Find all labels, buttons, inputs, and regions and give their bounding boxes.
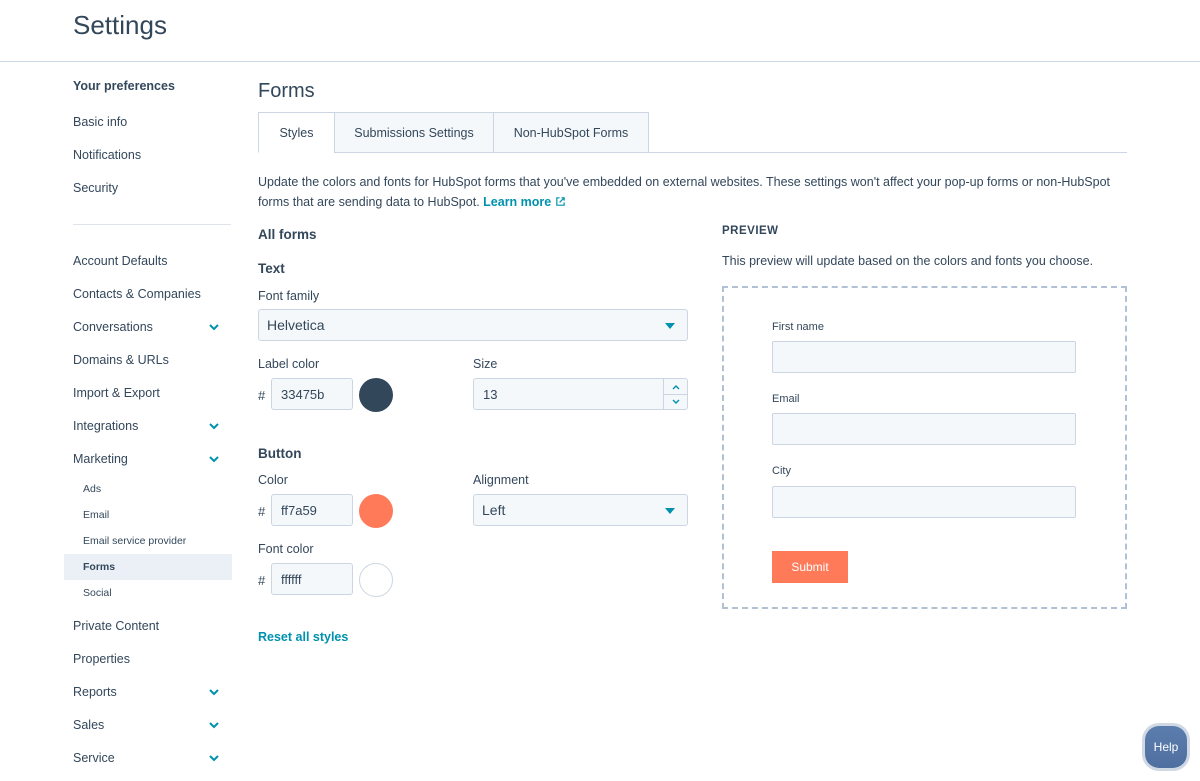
size-stepper[interactable] [663,379,687,409]
sidebar-subitem-email-service-provider[interactable]: Email service provider [83,535,186,547]
preview-label-first-name: First name [772,321,824,333]
preview-submit-button[interactable]: Submit [772,551,848,583]
button-color-input[interactable]: ff7a59 [271,494,353,526]
font-family-select[interactable]: Helvetica [258,309,688,341]
sidebar-subitem-ads[interactable]: Ads [83,483,101,495]
caret-down-icon [665,508,675,514]
preview-description: This preview will update based on the co… [722,254,1094,268]
sidebar-item-basic-info[interactable]: Basic info [73,115,127,129]
sidebar-item-sales[interactable]: Sales [73,718,104,732]
hash-symbol: # [258,388,266,403]
sidebar-divider [73,224,231,225]
description-text: Update the colors and fonts for HubSpot … [258,175,1111,209]
chevron-down-icon[interactable] [207,718,221,732]
sidebar-subitem-social[interactable]: Social [83,587,112,599]
sidebar-item-account-defaults[interactable]: Account Defaults [73,254,168,268]
all-forms-heading: All forms [258,227,317,242]
alignment-label: Alignment [473,473,529,487]
text-heading: Text [258,261,285,276]
hash-symbol: # [258,504,266,519]
sidebar-item-integrations[interactable]: Integrations [73,419,138,433]
chevron-down-icon[interactable] [207,320,221,334]
preview-label-email: Email [772,393,800,405]
alignment-select[interactable]: Left [473,494,688,526]
chevron-down-icon[interactable] [207,685,221,699]
hash-symbol: # [258,573,266,588]
button-color-swatch[interactable] [359,494,393,528]
sidebar-item-private-content[interactable]: Private Content [73,619,159,633]
description: Update the colors and fonts for HubSpot … [258,172,1138,212]
caret-down-icon [665,323,675,329]
font-family-value: Helvetica [267,317,325,333]
tab-non-hubspot-forms[interactable]: Non-HubSpot Forms [493,112,649,153]
chevron-down-icon[interactable] [207,751,221,765]
label-color-label: Label color [258,357,320,371]
size-value: 13 [483,386,498,402]
font-color-input[interactable]: ffffff [271,563,353,595]
page-title: Settings [73,10,167,40]
sidebar-item-properties[interactable]: Properties [73,652,130,666]
button-heading: Button [258,446,302,461]
sidebar-item-domains-urls[interactable]: Domains & URLs [73,353,169,367]
reset-all-styles-link[interactable]: Reset all styles [258,630,348,644]
sidebar-item-notifications[interactable]: Notifications [73,148,141,162]
color-label: Color [258,473,288,487]
sidebar-item-security[interactable]: Security [73,181,118,195]
preview-heading: PREVIEW [722,225,779,237]
label-color-swatch[interactable] [359,378,393,412]
tab-styles[interactable]: Styles [258,112,335,153]
sidebar-item-marketing[interactable]: Marketing [73,452,128,466]
font-color-swatch[interactable] [359,563,393,597]
chevron-down-icon[interactable] [207,419,221,433]
sidebar-item-conversations[interactable]: Conversations [73,320,153,334]
font-family-label: Font family [258,289,320,303]
sidebar-section-title: Your preferences [73,79,175,93]
stepper-down-icon[interactable] [664,394,687,409]
sidebar-subitem-forms[interactable]: Forms [83,561,115,573]
tabs-divider [648,152,1127,153]
preview-label-city: City [772,465,791,477]
font-color-label: Font color [258,542,314,556]
size-label: Size [473,357,498,371]
external-link-icon [555,197,565,206]
sidebar-item-reports[interactable]: Reports [73,685,117,699]
stepper-up-icon[interactable] [664,379,687,394]
sidebar-item-import-export[interactable]: Import & Export [73,386,160,400]
size-input[interactable]: 13 [473,378,688,410]
tab-submissions-settings[interactable]: Submissions Settings [334,112,494,153]
alignment-value: Left [482,502,506,518]
preview-email-input[interactable] [772,413,1076,445]
preview-first-name-input[interactable] [772,341,1076,373]
label-color-input[interactable]: 33475b [271,378,353,410]
section-title: Forms [258,80,315,102]
top-bar: Settings [0,0,1200,62]
help-button[interactable]: Help [1145,726,1187,768]
sidebar-subitem-email[interactable]: Email [83,509,109,521]
preview-city-input[interactable] [772,486,1076,518]
chevron-down-icon[interactable] [207,452,221,466]
learn-more-link[interactable]: Learn more [483,195,566,209]
sidebar-item-service[interactable]: Service [73,751,115,765]
sidebar-item-contacts-companies[interactable]: Contacts & Companies [73,287,201,301]
